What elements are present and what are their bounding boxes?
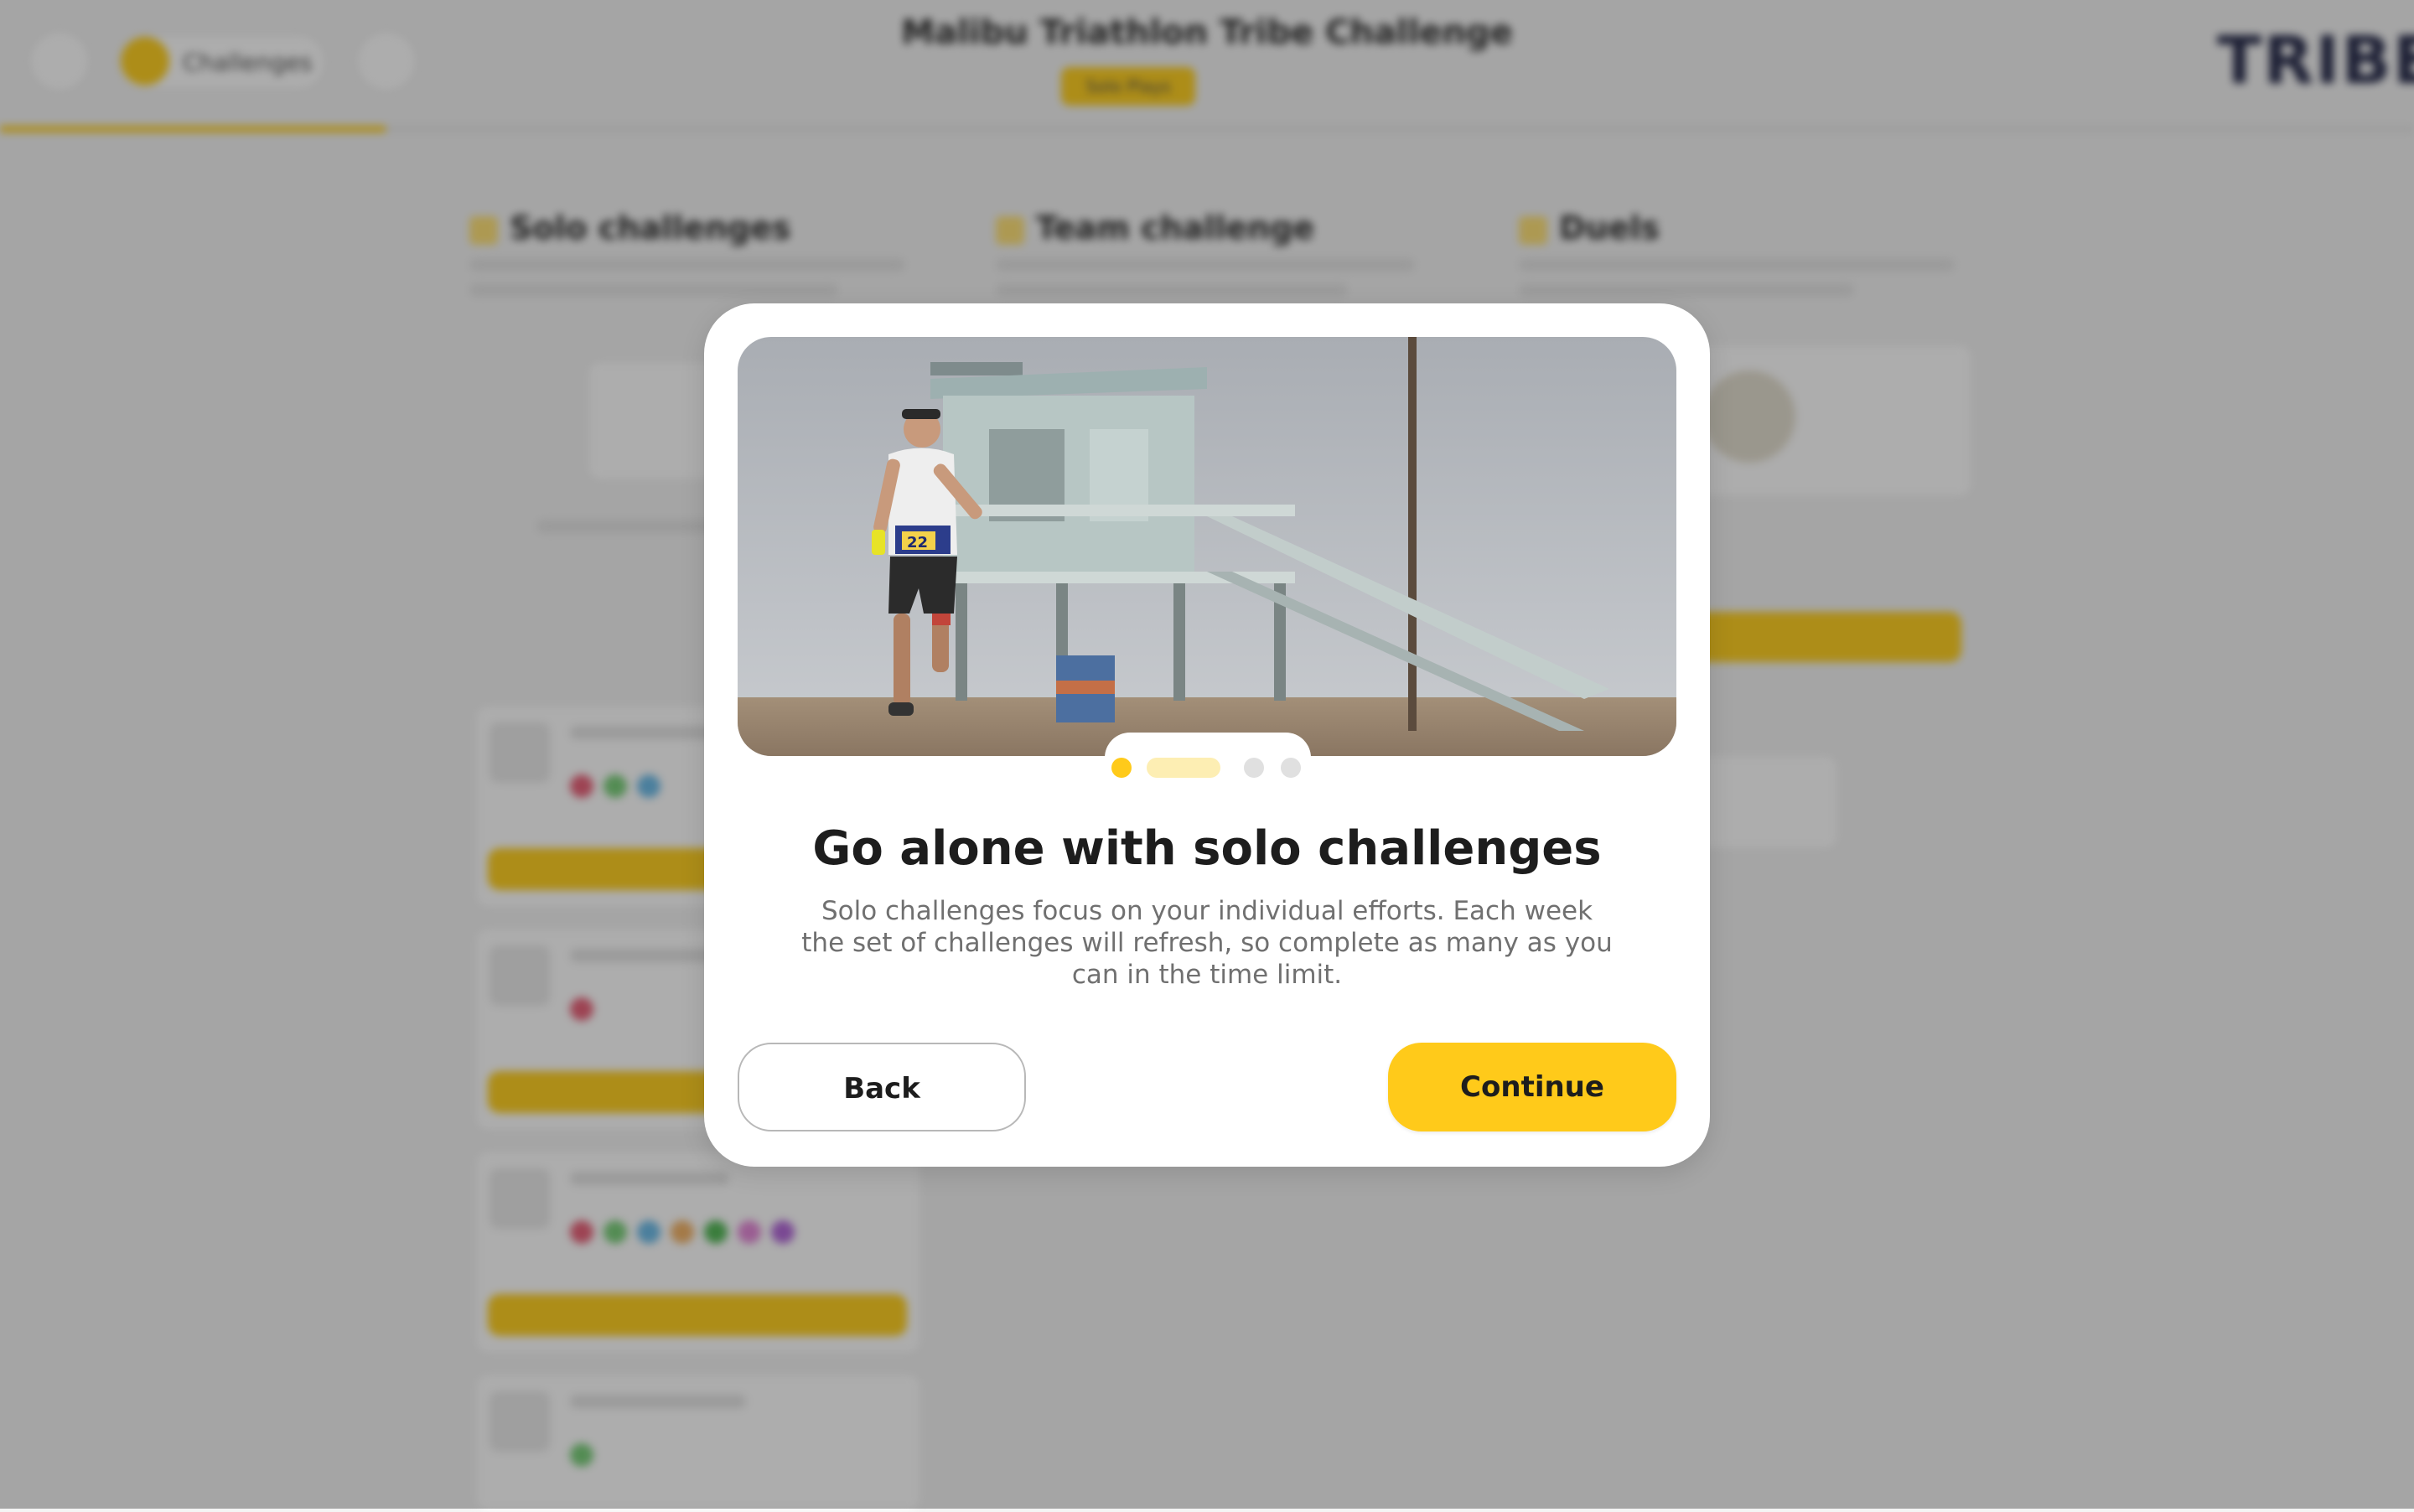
modal-title: Go alone with solo challenges [812,821,1602,876]
continue-button[interactable]: Continue [1388,1043,1676,1131]
modal-description: Solo challenges focus on your individual… [801,896,1613,990]
carousel-dot-3[interactable] [1244,758,1264,778]
bib-number: 22 [907,534,928,551]
carousel-dot-4[interactable] [1281,758,1301,778]
back-button[interactable]: Back [738,1043,1026,1131]
onboarding-modal: 22 Go alone with solo challenges Solo ch… [704,303,1710,1167]
carousel-dot-1[interactable] [1111,758,1132,778]
carousel-indicator [1105,733,1311,783]
hero-image: 22 [738,337,1676,756]
carousel-dot-2[interactable] [1147,758,1220,778]
